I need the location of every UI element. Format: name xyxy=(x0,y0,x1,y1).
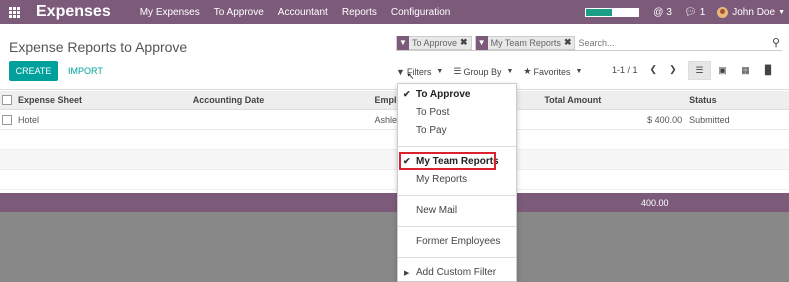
create-button[interactable]: CREATE xyxy=(9,61,58,81)
menu-to-approve[interactable]: To Approve xyxy=(207,7,271,18)
close-icon[interactable]: ✖ xyxy=(460,37,471,48)
chevron-right-icon[interactable]: ❯ xyxy=(669,64,677,75)
menu-configuration[interactable]: Configuration xyxy=(384,7,457,18)
facet-to-approve: ▼ To Approve ✖ xyxy=(396,35,472,50)
filter-item-to-pay[interactable]: To Pay xyxy=(398,122,516,139)
avatar xyxy=(717,6,729,18)
navbar-systray: @ 3 💬︎ 1 John Doe ▼ xyxy=(585,0,789,24)
messages-button[interactable]: 💬︎ 1 xyxy=(684,7,705,18)
top-navbar: Expenses My Expenses To Approve Accounta… xyxy=(0,0,789,24)
divider xyxy=(398,146,516,147)
expense-list: Expense Sheet Accounting Date Employ Tot… xyxy=(0,91,789,190)
menu-reports[interactable]: Reports xyxy=(335,7,384,18)
search-icon[interactable]: ⚲ xyxy=(772,36,780,49)
filter-icon: ▼ xyxy=(475,35,488,50)
chevron-down-icon: ▼ xyxy=(575,68,583,75)
search-bar: ▼ To Approve ✖ ▼ My Team Reports ✖ ⚲ xyxy=(396,35,782,51)
chevron-down-icon: ▼ xyxy=(506,68,514,75)
mouse-cursor-icon: ↖ xyxy=(407,71,415,81)
highlight-annotation xyxy=(399,152,496,170)
footer-total: 400.00 xyxy=(641,198,669,208)
onboarding-progress-bar[interactable] xyxy=(585,7,640,17)
filter-item-to-approve[interactable]: ✔ To Approve xyxy=(398,86,516,103)
app-name: Expenses xyxy=(36,3,111,20)
filter-icon: ▼ xyxy=(397,35,409,50)
empty-area xyxy=(0,212,789,282)
cell-sheet: Hotel xyxy=(17,114,39,125)
filter-item-my-reports[interactable]: My Reports xyxy=(398,171,516,188)
chat-icon: 💬︎ xyxy=(683,6,697,18)
messages-count: 1 xyxy=(699,6,706,18)
list-footer: 400.00 xyxy=(0,193,789,212)
table-row[interactable]: Hotel Ashley $ 400.00 Submitted xyxy=(0,110,789,130)
filter-label: My Reports xyxy=(416,174,468,185)
at-icon: @ xyxy=(653,6,664,18)
search-input[interactable] xyxy=(578,37,719,48)
cell-status: Submitted xyxy=(689,114,730,125)
table-header: Expense Sheet Accounting Date Employ Tot… xyxy=(0,91,789,110)
column-header[interactable]: Total Amount xyxy=(544,95,689,105)
main-menu: My Expenses To Approve Accountant Report… xyxy=(133,7,458,18)
column-header[interactable]: Status xyxy=(689,95,789,105)
star-icon: ★ xyxy=(523,66,532,76)
facet-label: To Approve xyxy=(412,37,458,48)
menu-my-expenses[interactable]: My Expenses xyxy=(133,7,207,18)
filter-label: Add Custom Filter xyxy=(416,267,497,278)
import-button[interactable]: IMPORT xyxy=(68,66,103,76)
facet-my-team-reports: ▼ My Team Reports ✖ xyxy=(474,35,576,50)
view-switcher: ☰ ▣ ▦ ▉ xyxy=(688,61,780,80)
empty-row xyxy=(0,130,789,150)
user-name: John Doe xyxy=(732,6,776,18)
add-custom-filter[interactable]: ▶ Add Custom Filter xyxy=(398,264,516,281)
chevron-down-icon: ▼ xyxy=(778,8,785,16)
check-icon: ✔ xyxy=(403,89,411,99)
caret-right-icon: ▶ xyxy=(404,269,410,277)
list-view-icon[interactable]: ☰ xyxy=(688,61,711,80)
divider xyxy=(398,195,516,196)
control-panel: Expense Reports to Approve ▼ To Approve … xyxy=(0,24,789,90)
empty-row xyxy=(0,170,789,190)
filter-label: To Post xyxy=(416,107,450,118)
select-all-checkbox[interactable] xyxy=(2,95,12,105)
divider xyxy=(398,257,516,258)
filter-item-to-post[interactable]: To Post xyxy=(398,104,516,121)
page-title: Expense Reports to Approve xyxy=(9,39,188,55)
pivot-view-icon[interactable]: ▦ xyxy=(734,61,757,80)
filter-item-former-employees[interactable]: Former Employees xyxy=(398,233,516,250)
search-options: ▼ Filters ▼ ☰ Group By ▼ ★ Favorites ▼ xyxy=(396,66,582,77)
filters-button[interactable]: ▼ Filters ▼ xyxy=(396,66,443,77)
row-checkbox[interactable] xyxy=(2,114,12,125)
list-icon: ☰ xyxy=(453,66,462,76)
filter-item-new-mail[interactable]: New Mail xyxy=(398,202,516,219)
cell-amount: $ 400.00 xyxy=(647,114,683,125)
progress-fill xyxy=(586,8,613,16)
filter-label: Former Employees xyxy=(416,236,501,247)
filters-dropdown: ✔ To Approve To Post To Pay ✔ My Team Re… xyxy=(397,83,517,282)
menu-accountant[interactable]: Accountant xyxy=(271,7,335,18)
divider xyxy=(398,226,516,227)
favorites-label: Favorites xyxy=(533,66,571,77)
chevron-left-icon[interactable]: ❮ xyxy=(650,64,658,75)
graph-view-icon[interactable]: ▉ xyxy=(757,61,780,80)
groupby-button[interactable]: ☰ Group By ▼ xyxy=(453,66,513,77)
mentions-button[interactable]: @ 3 xyxy=(653,7,672,18)
filter-icon: ▼ xyxy=(396,66,405,77)
close-icon[interactable]: ✖ xyxy=(564,37,575,48)
mentions-count: 3 xyxy=(666,6,672,18)
pager-value[interactable]: 1-1 / 1 xyxy=(612,65,638,75)
apps-menu-icon[interactable] xyxy=(0,0,28,24)
favorites-button[interactable]: ★ Favorites ▼ xyxy=(523,66,582,77)
groupby-label: Group By xyxy=(463,66,502,77)
filter-label: To Pay xyxy=(416,125,447,136)
filter-label: New Mail xyxy=(416,205,458,216)
column-header[interactable]: Accounting Date xyxy=(193,95,375,105)
pager: 1-1 / 1 ❮ ❯ xyxy=(612,64,677,75)
empty-row xyxy=(0,150,789,170)
column-header[interactable]: Expense Sheet xyxy=(18,95,193,105)
facet-label: My Team Reports xyxy=(490,37,561,48)
chevron-down-icon: ▼ xyxy=(436,68,444,75)
filter-label: To Approve xyxy=(416,89,471,100)
kanban-view-icon[interactable]: ▣ xyxy=(711,61,734,80)
user-menu[interactable]: John Doe ▼ xyxy=(717,6,785,18)
